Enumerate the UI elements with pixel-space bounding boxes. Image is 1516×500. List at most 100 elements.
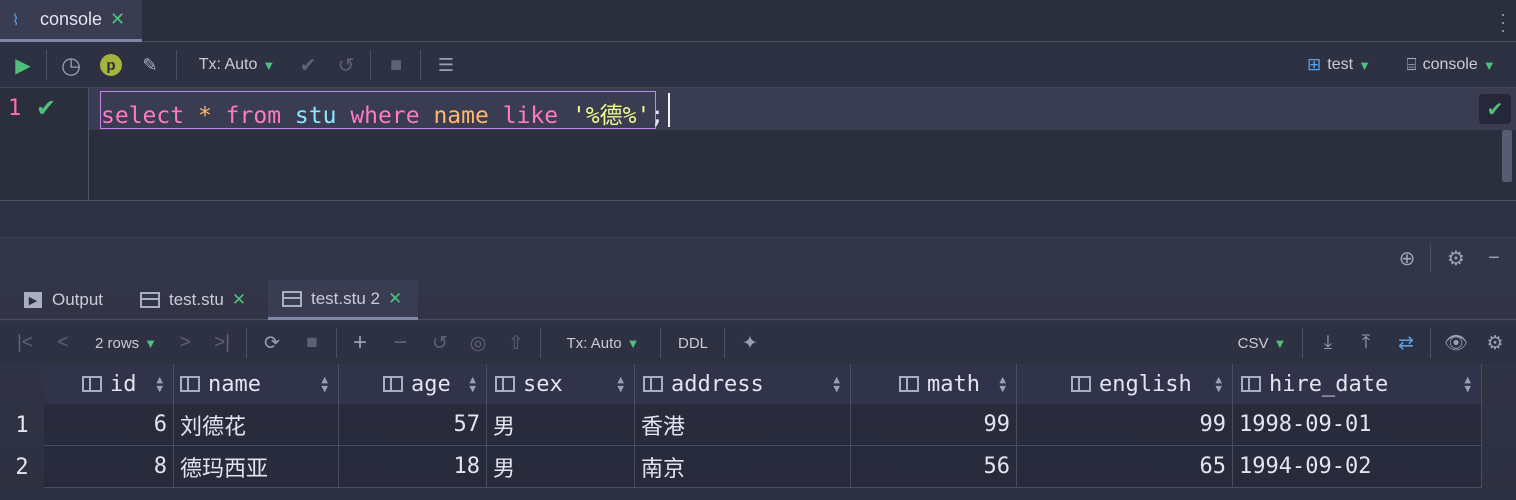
sort-icon[interactable]: ▲ ▼ xyxy=(156,374,163,394)
preview-changes-icon[interactable]: ◎ xyxy=(464,322,492,364)
column-header-english[interactable]: english ▲ ▼ xyxy=(1017,364,1233,404)
column-header-name[interactable]: name ▲ ▼ xyxy=(174,364,339,404)
refresh-icon[interactable]: ⟳ xyxy=(258,322,286,364)
rollback-icon[interactable]: ↺ xyxy=(332,42,360,88)
sort-icon[interactable]: ▲ ▼ xyxy=(321,374,328,394)
row-number[interactable]: 1 xyxy=(0,404,44,446)
submit-icon[interactable]: ⇧ xyxy=(502,322,530,364)
text-caret xyxy=(668,93,670,127)
sort-icon[interactable]: ▲ ▼ xyxy=(1464,374,1471,394)
wildcard: * xyxy=(197,103,212,129)
export-format-dropdown[interactable]: CSV ▼ xyxy=(1232,322,1292,364)
column-header-address[interactable]: address ▲ ▼ xyxy=(635,364,851,404)
column-icon xyxy=(1241,376,1261,392)
revert-icon[interactable]: ↺ xyxy=(426,322,454,364)
minimize-icon[interactable]: − xyxy=(1480,238,1508,278)
keyword-like: like xyxy=(502,103,559,129)
column-header-math[interactable]: math ▲ ▼ xyxy=(851,364,1017,404)
session-selector[interactable]: ⌸ console ▼ xyxy=(1398,42,1504,88)
sort-icon[interactable]: ▲ ▼ xyxy=(833,374,840,394)
sort-icon[interactable]: ▲ ▼ xyxy=(469,374,476,394)
cell-hire-date[interactable]: 1994-09-02 xyxy=(1233,446,1482,488)
stop-icon[interactable]: ■ xyxy=(382,42,410,88)
cell-age[interactable]: 18 xyxy=(339,446,487,488)
delete-row-icon[interactable]: − xyxy=(386,322,414,364)
cell-name[interactable]: 德玛西亚 xyxy=(174,446,339,488)
export-format-label: CSV xyxy=(1237,334,1269,352)
cell-math[interactable]: 99 xyxy=(851,404,1017,446)
pin-tab-icon[interactable]: ✦ xyxy=(736,322,764,364)
cell-address[interactable]: 南京 xyxy=(635,446,851,488)
string-literal: '%德%' xyxy=(571,103,651,129)
run-icon[interactable]: ▶ xyxy=(8,42,38,88)
add-row-icon[interactable]: + xyxy=(346,322,374,364)
crosshair-icon[interactable]: ⊕ xyxy=(1392,238,1422,278)
results-layout-icon[interactable]: ☰ xyxy=(432,42,460,88)
cell-id[interactable]: 6 xyxy=(44,404,174,446)
tab-test-stu-2[interactable]: test.stu 2 ✕ xyxy=(268,280,418,320)
column-header-id[interactable]: id ▲ ▼ xyxy=(44,364,174,404)
column-icon xyxy=(1071,376,1091,392)
rows-count-dropdown[interactable]: 2 rows ▼ xyxy=(86,322,166,364)
cell-id[interactable]: 8 xyxy=(44,446,174,488)
results-tx-mode-dropdown[interactable]: Tx: Auto ▼ xyxy=(556,322,650,364)
sort-icon[interactable]: ▲ ▼ xyxy=(617,374,624,394)
sql-statement[interactable]: select * from stu where name like '%德%'; xyxy=(101,96,664,130)
column-header-sex[interactable]: sex ▲ ▼ xyxy=(487,364,635,404)
history-icon[interactable]: ◷ xyxy=(56,42,86,88)
gear-icon[interactable]: ⚙ xyxy=(1480,322,1510,364)
cell-sex[interactable]: 男 xyxy=(487,404,635,446)
editor-toolbar: ▶ ◷ p ✎ Tx: Auto ▼ ✔ ↺ ■ ☰ ⊞ test ▼ ⌸ consol… xyxy=(0,42,1516,88)
datasource-label: test xyxy=(1327,56,1354,73)
gear-icon[interactable]: ⚙ xyxy=(1442,238,1470,278)
editor-scrollbar[interactable] xyxy=(1502,130,1512,182)
upload-icon[interactable]: ⤒ xyxy=(1352,322,1380,364)
close-icon[interactable]: ✕ xyxy=(110,9,125,30)
previous-page-icon[interactable]: < xyxy=(50,322,76,364)
close-icon[interactable]: ✕ xyxy=(232,290,246,310)
cell-math[interactable]: 56 xyxy=(851,446,1017,488)
ddl-button[interactable]: DDL xyxy=(670,322,716,364)
cell-english[interactable]: 65 xyxy=(1017,446,1233,488)
first-page-icon[interactable]: |< xyxy=(12,322,38,364)
more-options-icon[interactable]: · · · xyxy=(1500,5,1506,39)
sort-icon[interactable]: ▲ ▼ xyxy=(999,374,1006,394)
cell-sex[interactable]: 男 xyxy=(487,446,635,488)
rows-count-label: 2 rows xyxy=(94,334,140,352)
column-header-label: address xyxy=(671,371,764,397)
cell-hire-date[interactable]: 1998-09-01 xyxy=(1233,404,1482,446)
tx-mode-dropdown[interactable]: Tx: Auto ▼ xyxy=(192,42,282,88)
stop-icon[interactable]: ■ xyxy=(298,322,326,364)
column-header-age[interactable]: age ▲ ▼ xyxy=(339,364,487,404)
column-header-label: name xyxy=(208,371,261,397)
tab-test-stu[interactable]: test.stu ✕ xyxy=(140,280,260,320)
inspection-ok-icon[interactable]: ✔ xyxy=(1479,94,1511,124)
cell-english[interactable]: 99 xyxy=(1017,404,1233,446)
next-page-icon[interactable]: > xyxy=(172,322,198,364)
panel-splitter[interactable] xyxy=(0,200,1516,238)
download-icon[interactable]: ⤓ xyxy=(1314,322,1342,364)
column-header-label: english xyxy=(1099,371,1192,397)
compare-icon[interactable]: ⇄ xyxy=(1392,322,1420,364)
close-icon[interactable]: ✕ xyxy=(388,289,402,309)
profile-button[interactable]: p xyxy=(98,42,124,88)
tab-console[interactable]: ⌇ console ✕ xyxy=(0,0,142,42)
cell-name[interactable]: 刘德花 xyxy=(174,404,339,446)
row-number[interactable]: 2 xyxy=(0,446,44,488)
column-icon xyxy=(82,376,102,392)
cell-age[interactable]: 57 xyxy=(339,404,487,446)
tab-output[interactable]: ▶ Output xyxy=(24,280,128,320)
wrench-icon[interactable]: ✎ xyxy=(136,42,164,88)
keyword-from: from xyxy=(225,103,282,129)
toolbar-divider xyxy=(420,50,421,80)
toolbar-divider xyxy=(246,328,247,358)
view-options-icon[interactable]: 👁 xyxy=(1440,322,1472,364)
tab-test-stu-label: test.stu xyxy=(169,290,224,309)
last-page-icon[interactable]: >| xyxy=(208,322,236,364)
sort-icon[interactable]: ▲ ▼ xyxy=(1215,374,1222,394)
datasource-selector[interactable]: ⊞ test ▼ xyxy=(1300,42,1378,88)
commit-icon[interactable]: ✔ xyxy=(294,42,322,88)
cell-address[interactable]: 香港 xyxy=(635,404,851,446)
column-icon xyxy=(383,376,403,392)
column-header-hire-date[interactable]: hire_date ▲ ▼ xyxy=(1233,364,1482,404)
